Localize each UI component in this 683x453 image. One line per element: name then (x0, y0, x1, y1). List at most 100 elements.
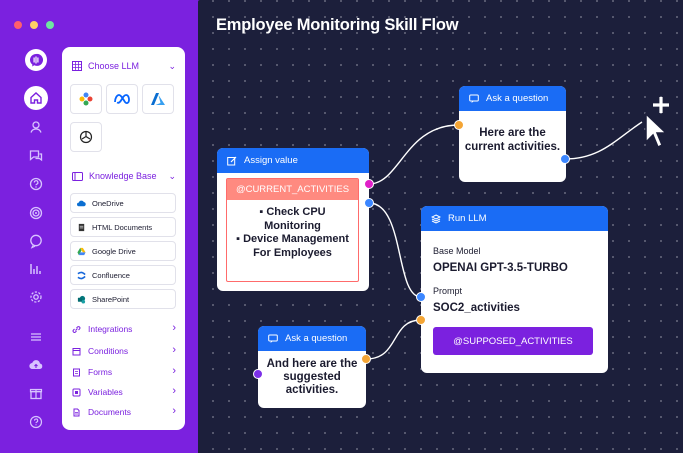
run-llm-node[interactable]: Run LLM Base Model OPENAI GPT-3.5-TURBO … (421, 206, 608, 373)
variable-icon (72, 388, 81, 396)
menu-item-label: Integrations (88, 324, 133, 334)
ask-question-node-2[interactable]: Ask a question And here are the suggeste… (258, 326, 366, 408)
menu-item-variables[interactable]: Variables › (72, 385, 176, 397)
message-icon (469, 94, 479, 103)
node-header: Ask a question (258, 326, 366, 351)
edit-icon (227, 156, 237, 165)
database-icon (72, 171, 83, 181)
menu-item-label: Variables (88, 387, 123, 397)
confluence-icon (77, 271, 86, 279)
kb-item-label: HTML Documents (92, 222, 153, 232)
node-message: Here are the current activities. (459, 111, 566, 154)
variable-name: @CURRENT_ACTIVITIES (227, 179, 358, 200)
output-port[interactable] (364, 198, 374, 208)
message-line: activities. (285, 384, 339, 396)
input-port[interactable] (253, 369, 263, 379)
base-model-label: Base Model (433, 246, 481, 256)
output-port[interactable] (364, 179, 374, 189)
logo-icon[interactable] (25, 49, 47, 71)
kb-item-confluence[interactable]: Confluence (70, 265, 176, 285)
message-line: Here are the (479, 127, 546, 139)
message-icon (268, 334, 278, 343)
gift-icon[interactable] (26, 383, 46, 403)
azure-icon (151, 93, 165, 105)
cursor-icon (645, 112, 668, 149)
chevron-down-icon[interactable]: ⌄ (168, 61, 176, 72)
prompt-value: SOC2_activities (433, 302, 520, 314)
kb-item-onedrive[interactable]: OneDrive (70, 193, 176, 213)
openai-icon (79, 130, 93, 144)
message-line: suggested (283, 371, 341, 383)
chevron-right-icon: › (172, 344, 176, 356)
help-icon[interactable] (26, 174, 46, 194)
output-variable-button[interactable]: @SUPPOSED_ACTIVITIES (433, 327, 593, 355)
window-controls (14, 21, 54, 29)
chat-icon[interactable] (26, 146, 46, 166)
home-icon[interactable] (24, 86, 48, 110)
builder-panel: Choose LLM ⌄ Knowledge Base ⌄ OneDrive H… (62, 47, 185, 430)
maximize-window-button[interactable] (46, 21, 54, 29)
choose-llm-header[interactable]: Choose LLM ⌄ (72, 61, 176, 71)
ask-question-node-1[interactable]: Ask a question Here are the current acti… (459, 86, 566, 182)
document-icon (78, 223, 85, 231)
cloud-upload-icon[interactable] (26, 355, 46, 375)
message-line: current activities. (464, 141, 561, 153)
user-icon[interactable] (26, 117, 46, 137)
page-title: Employee Monitoring Skill Flow (216, 16, 459, 34)
input-port[interactable] (416, 315, 426, 325)
base-model-value: OPENAI GPT-3.5-TURBO (433, 262, 568, 274)
value-item: ▪ Check CPU Monitoring (259, 206, 326, 232)
prompt-label: Prompt (433, 286, 463, 296)
kb-item-label: Google Drive (92, 246, 136, 256)
value-item: ▪ Device Management For Employees (236, 233, 349, 259)
menu-item-integrations[interactable]: Integrations › (72, 322, 176, 334)
llm-openai-tile[interactable] (70, 122, 102, 152)
input-port[interactable] (454, 120, 464, 130)
grid-icon (72, 61, 82, 71)
llm-meta-tile[interactable] (106, 84, 138, 114)
settings-icon[interactable] (26, 287, 46, 307)
menu-item-label: Forms (88, 367, 113, 377)
kb-item-label: Confluence (92, 270, 130, 280)
chevron-down-icon[interactable]: ⌄ (168, 171, 176, 182)
menu-item-label: Documents (88, 407, 131, 417)
llm-gemini-tile[interactable] (70, 84, 102, 114)
output-port[interactable] (361, 354, 371, 364)
menu-icon[interactable] (26, 327, 46, 347)
menu-item-conditions[interactable]: Conditions › (72, 344, 176, 356)
kb-item-sharepoint[interactable]: SharePoint (70, 289, 176, 309)
document-icon (73, 408, 80, 416)
menu-item-forms[interactable]: Forms › (72, 365, 176, 377)
close-window-button[interactable] (14, 21, 22, 29)
knowledge-base-label: Knowledge Base (89, 171, 157, 181)
question-icon[interactable] (26, 412, 46, 432)
bubble-icon[interactable] (26, 231, 46, 251)
kb-item-google-drive[interactable]: Google Drive (70, 241, 176, 261)
form-icon (73, 368, 80, 376)
output-port[interactable] (560, 154, 570, 164)
menu-item-label: Conditions (88, 346, 129, 356)
node-message: And here are the suggested activities. (258, 351, 366, 397)
llm-azure-tile[interactable] (142, 84, 174, 114)
input-port[interactable] (416, 292, 426, 302)
chevron-right-icon: › (172, 385, 176, 397)
assign-value-box[interactable]: @CURRENT_ACTIVITIES ▪ Check CPU Monitori… (226, 178, 359, 282)
chevron-right-icon: › (172, 365, 176, 377)
node-title: Ask a question (486, 93, 549, 104)
kb-item-label: OneDrive (92, 198, 124, 208)
chart-icon[interactable] (26, 259, 46, 279)
kb-item-html-documents[interactable]: HTML Documents (70, 217, 176, 237)
sharepoint-icon (77, 295, 86, 304)
choose-llm-label: Choose LLM (88, 61, 140, 71)
onedrive-icon (77, 200, 86, 206)
layers-icon (431, 213, 441, 224)
menu-item-documents[interactable]: Documents › (72, 405, 176, 417)
minimize-window-button[interactable] (30, 21, 38, 29)
meta-icon (114, 94, 130, 105)
node-title: Ask a question (285, 333, 348, 344)
node-title: Assign value (244, 155, 298, 166)
target-icon[interactable] (26, 203, 46, 223)
node-header: Run LLM (421, 206, 608, 231)
knowledge-base-header[interactable]: Knowledge Base ⌄ (72, 171, 176, 181)
node-header: Assign value (217, 148, 369, 173)
